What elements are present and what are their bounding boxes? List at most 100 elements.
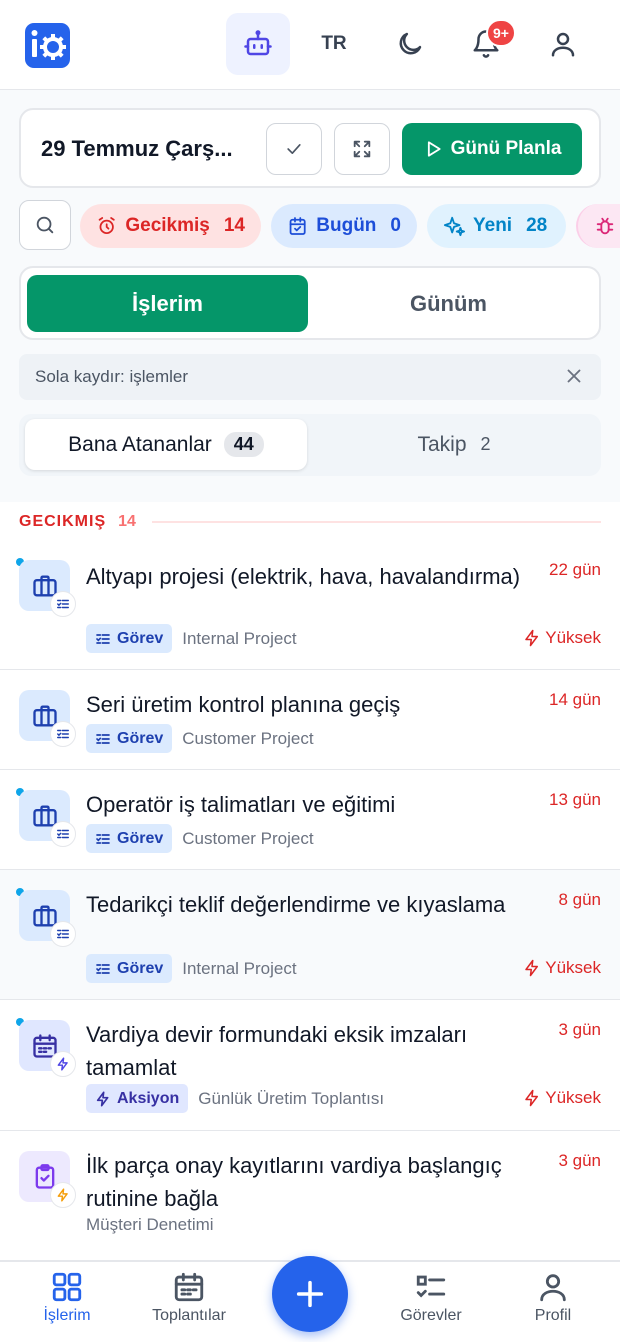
fullscreen-button[interactable] xyxy=(334,123,390,175)
tab-assigned-to-me[interactable]: Bana Atananlar 44 xyxy=(25,419,307,470)
list-item[interactable]: Operatör iş talimatları ve eğitimi 13 gü… xyxy=(0,770,620,870)
profile-button[interactable] xyxy=(531,13,595,75)
type-tag-label: Görev xyxy=(117,829,164,847)
plan-day-button[interactable]: Günü Planla xyxy=(402,123,582,175)
robot-icon xyxy=(244,30,272,56)
bug-icon xyxy=(596,217,614,235)
list-item[interactable]: Vardiya devir formundaki eksik imzaları … xyxy=(0,1000,620,1131)
type-tag-label: Görev xyxy=(117,629,164,647)
app-logo[interactable] xyxy=(25,23,70,68)
audit-icon xyxy=(19,1151,76,1208)
chip-more[interactable] xyxy=(576,204,620,248)
chip-today-label: Bugün xyxy=(316,215,377,236)
user-icon xyxy=(540,1274,566,1302)
task-type-badge xyxy=(50,721,76,747)
calendar-check-icon xyxy=(289,217,306,235)
current-date[interactable]: 29 Temmuz Çarş... xyxy=(41,136,233,162)
assistant-button[interactable] xyxy=(226,13,290,75)
list-check-icon xyxy=(57,729,69,739)
user-icon xyxy=(551,32,575,57)
close-icon xyxy=(567,369,581,383)
project-icon xyxy=(19,560,76,617)
tab-my-work[interactable]: İşlerim xyxy=(27,275,308,332)
language-button[interactable]: TR xyxy=(302,13,366,75)
filter-chips: Gecikmiş 14 Bugün 0 Yeni 28 xyxy=(19,200,620,252)
plus-icon xyxy=(296,1280,324,1308)
date-toolbar: 29 Temmuz Çarş... Günü Planla xyxy=(19,108,601,188)
priority-badge: Yüksek xyxy=(523,1088,601,1108)
nav-meetings-label: Toplantılar xyxy=(152,1307,226,1324)
view-switcher: İşlerim Günüm xyxy=(19,266,601,340)
item-title: Seri üretim kontrol planına geçiş xyxy=(86,692,401,717)
type-tag: Görev xyxy=(86,954,173,983)
tab-following-count: 2 xyxy=(480,434,491,454)
list-check-icon xyxy=(57,599,69,609)
nav-profile[interactable]: Profil xyxy=(498,1270,608,1325)
section-header-overdue: GECIKMIŞ 14 xyxy=(19,510,601,534)
chip-today-count: 0 xyxy=(390,215,401,236)
item-title: Operatör iş talimatları ve eğitimi xyxy=(86,792,396,817)
list-check-icon xyxy=(96,833,110,844)
play-icon xyxy=(427,141,441,157)
chip-new[interactable]: Yeni 28 xyxy=(427,204,566,248)
type-tag: Görev xyxy=(86,824,173,853)
overdue-days: 3 gün xyxy=(558,1151,601,1170)
section-count: 14 xyxy=(118,513,136,530)
task-type-badge xyxy=(50,821,76,847)
nav-my-work[interactable]: İşlerim xyxy=(12,1270,122,1325)
overdue-days: 13 gün xyxy=(549,790,601,809)
assignment-tabs: Bana Atananlar 44 Takip 2 xyxy=(19,414,601,476)
nav-tasks-label: Görevler xyxy=(400,1307,462,1324)
item-title: Altyapı projesi (elektrik, hava, havalan… xyxy=(86,564,521,589)
nav-my-work-label: İşlerim xyxy=(43,1307,91,1324)
search-button[interactable] xyxy=(19,200,71,250)
type-tag: Görev xyxy=(86,724,173,753)
add-button[interactable] xyxy=(272,1256,348,1332)
chip-new-count: 28 xyxy=(526,215,548,236)
tab-following[interactable]: Takip 2 xyxy=(313,419,595,470)
project-name: Internal Project xyxy=(182,628,297,648)
nav-tasks[interactable]: Görevler xyxy=(376,1270,486,1325)
task-type-badge xyxy=(50,921,76,947)
overdue-days: 3 gün xyxy=(558,1020,601,1039)
tab-following-label: Takip xyxy=(417,432,467,456)
list-check-icon xyxy=(57,829,69,839)
item-title: Vardiya devir formundaki eksik imzaları … xyxy=(86,1022,468,1080)
search-icon xyxy=(36,216,54,234)
tab-my-day[interactable]: Günüm xyxy=(308,275,589,332)
item-meta: Görev Customer Project xyxy=(86,724,314,753)
item-meta: Görev Internal Project xyxy=(86,954,297,983)
chip-today[interactable]: Bugün 0 xyxy=(271,204,417,248)
section-divider xyxy=(151,521,601,523)
notifications-button[interactable]: 9+ xyxy=(454,13,518,75)
nav-meetings[interactable]: Toplantılar xyxy=(134,1270,244,1325)
source-name: Müşteri Denetimi xyxy=(86,1215,214,1234)
moon-icon xyxy=(399,32,422,55)
check-button[interactable] xyxy=(266,123,322,175)
check-icon xyxy=(287,144,301,154)
lightning-icon xyxy=(525,959,539,977)
notification-badge: 9+ xyxy=(486,19,516,47)
section-title: GECIKMIŞ xyxy=(19,513,107,530)
lightning-icon xyxy=(57,1188,68,1202)
overdue-days: 14 gün xyxy=(549,690,601,709)
type-tag: Görev xyxy=(86,624,173,653)
action-type-badge xyxy=(50,1051,76,1077)
tab-assigned-label: Bana Atananlar xyxy=(68,432,212,456)
close-hint-button[interactable] xyxy=(563,365,585,392)
chip-overdue-label: Gecikmiş xyxy=(125,215,210,236)
item-meta: Müşteri Denetimi xyxy=(86,1215,214,1235)
list-check-icon xyxy=(57,929,69,939)
list-item[interactable]: İlk parça onay kayıtlarını vardiya başla… xyxy=(0,1131,620,1261)
chip-overdue[interactable]: Gecikmiş 14 xyxy=(80,204,261,248)
list-check-icon xyxy=(96,633,110,644)
item-meta: Aksiyon Günlük Üretim Toplantısı xyxy=(86,1084,384,1113)
list-item[interactable]: Altyapı projesi (elektrik, hava, havalan… xyxy=(0,540,620,670)
list-check-icon xyxy=(416,1275,446,1298)
priority-label: Yüksek xyxy=(545,1088,601,1107)
priority-badge: Yüksek xyxy=(523,628,601,648)
tab-assigned-count: 44 xyxy=(223,432,264,457)
list-item[interactable]: Seri üretim kontrol planına geçiş 14 gün… xyxy=(0,670,620,770)
theme-toggle[interactable] xyxy=(378,13,442,75)
list-item[interactable]: Tedarikçi teklif değerlendirme ve kıyasl… xyxy=(0,870,620,1000)
